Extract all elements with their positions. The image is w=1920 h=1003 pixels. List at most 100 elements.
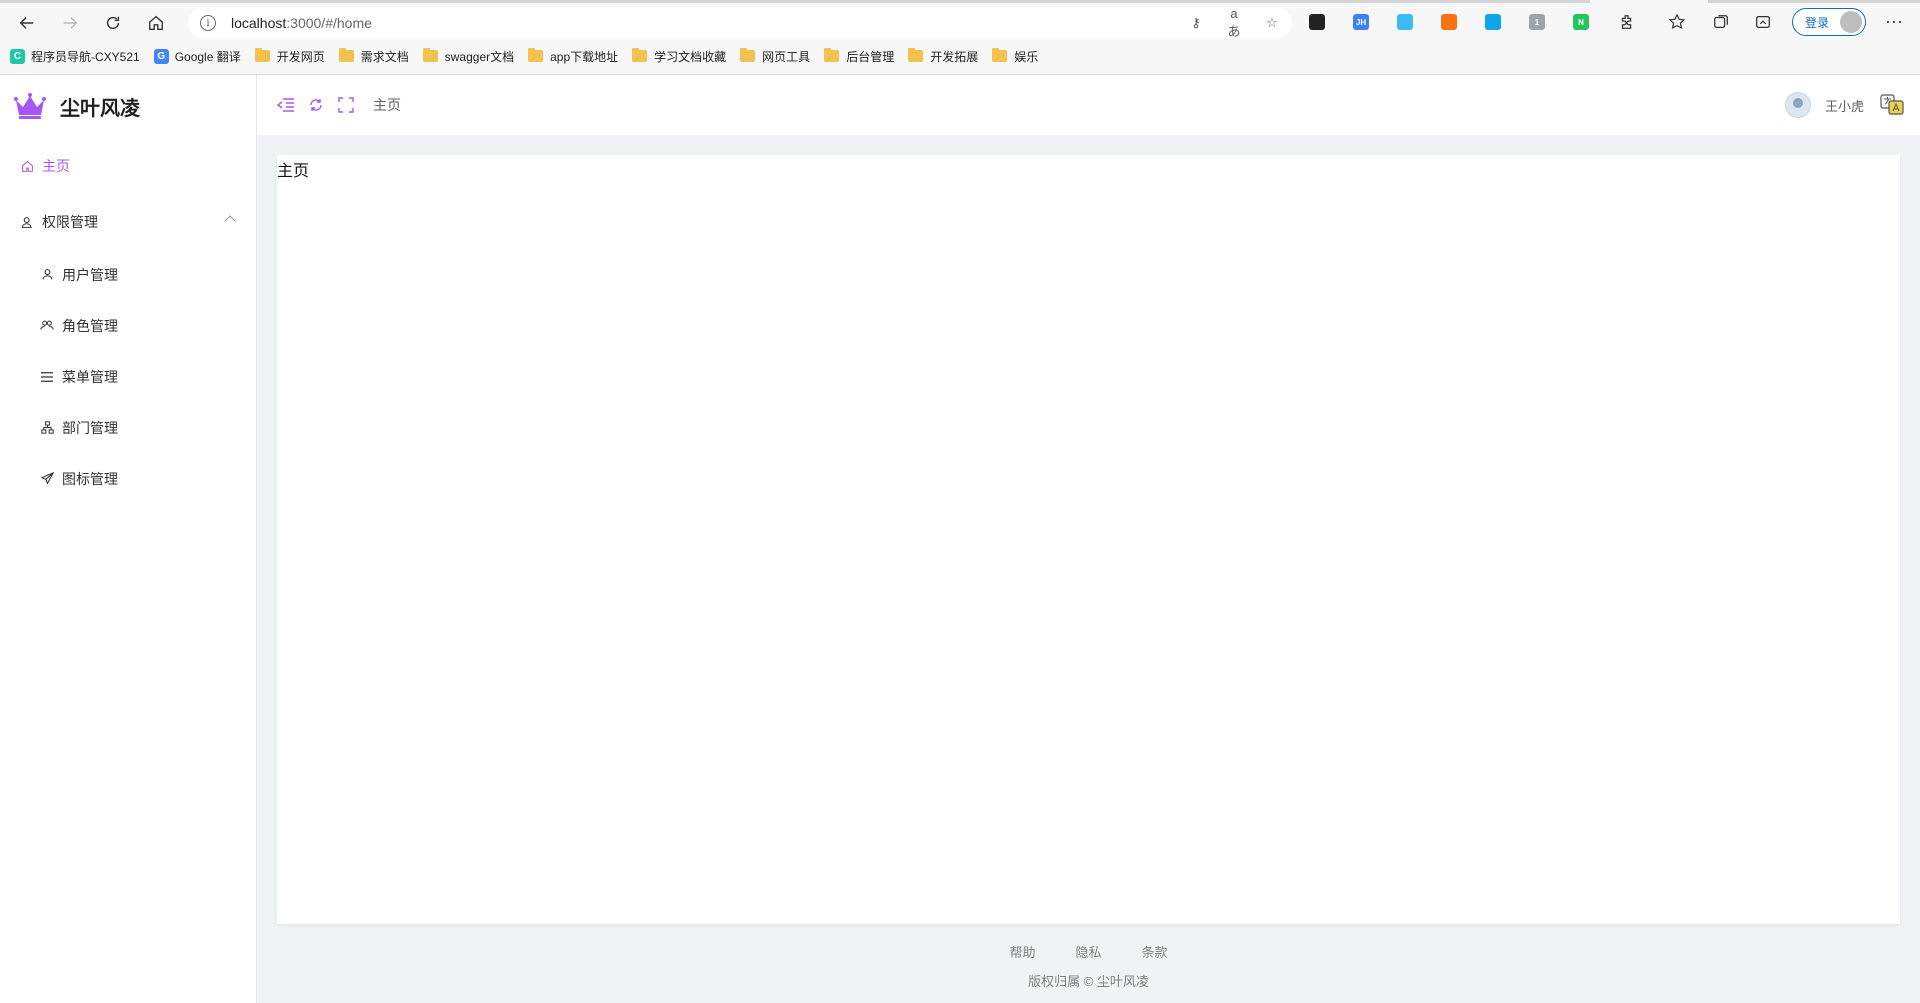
bookmark-label: 需求文档 [360,49,409,64]
ext-green-n-icon-glyph: N [1573,14,1589,30]
sidebar-group-permission[interactable]: 权限管理 [0,197,256,247]
site-info-icon[interactable]: i [200,15,216,31]
forward-arrow-icon [63,17,78,29]
bookmarks-bar: C 程序员导航-CXY521 G Google 翻译 开发网页 需求文档 swagger文档… [10,45,1052,67]
ext-blue-feather-icon[interactable] [1390,7,1420,37]
key-icon[interactable]: ⚷ [1188,15,1204,31]
sidebar-sub-item[interactable]: 角色管理 [0,300,256,351]
url-text[interactable]: localhost:3000/#/home [231,15,372,31]
bookmark-item[interactable]: 开发拓展 [908,48,978,65]
ext-telegram-icon-glyph [1485,14,1501,30]
ext-gray-badge-icon[interactable]: 1 [1522,7,1552,37]
folder-icon [824,48,840,62]
user-shield-icon [20,215,34,229]
bookmark-label: swagger文档 [444,49,515,64]
folder-icon [632,48,648,62]
favorites-icon[interactable] [1662,7,1692,37]
ext-jh-icon-glyph: JH [1353,14,1369,30]
sidebar-item-label: 部门管理 [62,419,118,436]
sidebar-item-label: 图标管理 [62,470,118,487]
tab-strip [0,0,1590,3]
footer-links: 帮助 隐私 条款 [257,942,1920,961]
sidebar-item-home[interactable]: 主页 [0,141,256,191]
ext-dark-icon[interactable] [1302,7,1332,37]
forward-button[interactable] [54,7,86,39]
paper-plane-icon [40,472,54,486]
permission-submenu: 用户管理角色管理菜单管理部门管理图标管理 [0,249,256,504]
avatar[interactable] [1784,92,1811,118]
menu-lines-icon [40,370,54,384]
extensions-bar: JH 1 N [1302,5,1596,39]
bookmark-item[interactable]: G Google 翻译 [153,48,241,65]
sidebar-item-label: 用户管理 [62,266,118,283]
ext-blue-feather-icon-glyph [1397,14,1413,30]
ext-dark-icon-glyph [1309,14,1325,30]
sidebar-sub-item[interactable]: 用户管理 [0,249,256,300]
read-aloud-icon[interactable]: aあ [1226,6,1242,40]
sidebar-sub-item[interactable]: 图标管理 [0,453,256,504]
home-button[interactable] [140,7,172,39]
collections-icon[interactable] [1706,7,1736,37]
bookmark-label: app下载地址 [550,49,619,64]
extensions-puzzle-icon[interactable] [1612,7,1642,37]
ext-jh-icon[interactable]: JH [1346,7,1376,37]
sync-icon[interactable] [1748,7,1778,37]
bookmark-item[interactable]: 后台管理 [824,48,894,65]
more-menu-button[interactable]: ··· [1880,8,1908,36]
browser-chrome: i localhost:3000/#/home ⚷ aあ ☆ JH 1 N 登录 ·… [0,0,1920,75]
sidebar-item-label: 角色管理 [62,317,118,334]
ext-orange-tree-icon[interactable] [1434,7,1464,37]
address-bar[interactable]: i localhost:3000/#/home ⚷ aあ ☆ [188,6,1292,40]
address-bar-actions: ⚷ aあ ☆ [1188,6,1280,40]
footer-link[interactable]: 帮助 [1009,942,1035,961]
bookmark-item[interactable]: C 程序员导航-CXY521 [10,48,140,65]
sidebar-sub-item[interactable]: 部门管理 [0,402,256,453]
ext-gray-badge-icon-glyph: 1 [1529,14,1545,30]
sidebar-group-label: 权限管理 [42,214,98,230]
refresh-button[interactable] [97,7,129,39]
collapse-sidebar-icon[interactable] [277,96,295,114]
main-area: 主页 王小虎 主页 帮助 隐私 条款 版权归属 © 尘叶风凌 [257,75,1920,1003]
refresh-icon [106,16,120,30]
folder-icon [740,48,756,62]
breadcrumb[interactable]: 主页 [373,95,401,115]
folder-icon [992,48,1008,62]
tab-strip-right [1708,0,1920,3]
bookmark-item[interactable]: 娱乐 [992,48,1038,65]
language-switch-icon[interactable] [1880,94,1904,116]
username[interactable]: 王小虎 [1825,96,1864,115]
bookmark-item[interactable]: 网页工具 [740,48,810,65]
back-button[interactable] [11,7,43,39]
footer-link[interactable]: 条款 [1142,942,1168,961]
bookmark-label: 后台管理 [846,49,895,64]
app-root: 尘叶风凌 主页 权限管理 用户管理 角色管理 菜单管理 部门管理 图标管理 主页… [0,75,1920,1003]
login-button[interactable]: 登录 [1792,8,1866,36]
bookmark-item[interactable]: 需求文档 [338,48,409,65]
logo[interactable]: 尘叶风凌 [0,75,256,137]
add-favorite-icon[interactable]: ☆ [1264,15,1280,31]
footer-link[interactable]: 隐私 [1075,942,1101,961]
bookmark-label: 开发拓展 [930,49,979,64]
folder-icon [528,48,544,62]
fullscreen-icon[interactable] [337,96,355,114]
cxy-favicon: C [10,48,25,64]
refresh-page-icon[interactable] [307,96,325,114]
bookmark-label: 娱乐 [1014,49,1039,64]
bookmark-item[interactable]: swagger文档 [422,48,515,65]
sidebar: 尘叶风凌 主页 权限管理 用户管理角色管理菜单管理部门管理图标管理 [0,75,257,1003]
bookmark-item[interactable]: 开发网页 [254,48,325,65]
bookmark-item[interactable]: app下载地址 [528,48,618,65]
ext-telegram-icon[interactable] [1478,7,1508,37]
bookmark-label: 程序员导航-CXY521 [31,49,140,64]
folder-icon [254,48,270,62]
footer: 帮助 隐私 条款 版权归属 © 尘叶风凌 [257,942,1920,990]
login-label: 登录 [1805,15,1830,30]
bookmark-label: 学习文档收藏 [654,49,727,64]
ext-green-n-icon[interactable]: N [1566,7,1596,37]
google-translate-favicon: G [153,48,169,64]
sidebar-sub-item[interactable]: 菜单管理 [0,351,256,402]
content-card: 主页 [277,155,1900,924]
user-icon [40,268,54,282]
folder-icon [908,48,924,62]
bookmark-item[interactable]: 学习文档收藏 [632,48,726,65]
